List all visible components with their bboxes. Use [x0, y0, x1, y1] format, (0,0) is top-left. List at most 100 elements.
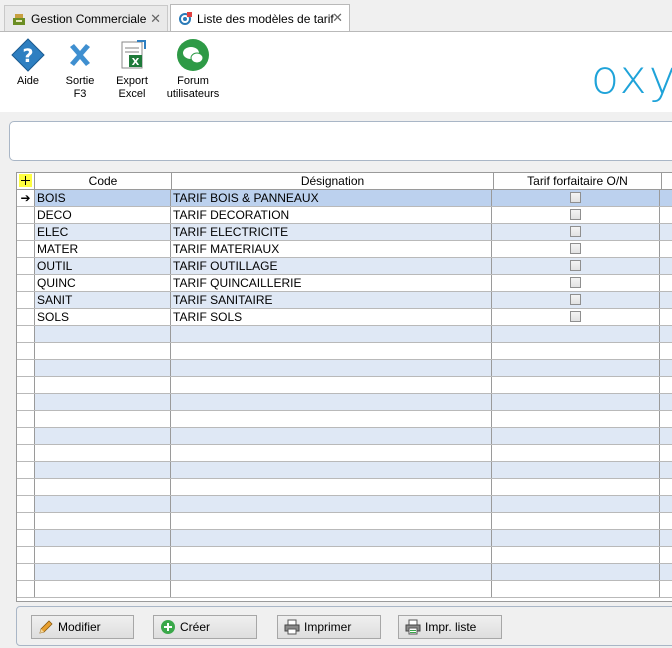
cell-designation[interactable]: TARIF DECORATION: [171, 207, 492, 223]
cell-designation[interactable]: TARIF QUINCAILLERIE: [171, 275, 492, 291]
close-icon[interactable]: ✕: [332, 10, 343, 26]
tab-bar: Gestion Commerciale ✕ Liste des modèles …: [0, 0, 672, 32]
forum-label-2: utilisateurs: [166, 88, 220, 100]
row-selector[interactable]: ➔: [17, 190, 35, 206]
row-selector[interactable]: [17, 224, 35, 240]
cell-tarif: [492, 241, 660, 257]
cell-code[interactable]: SANIT: [35, 292, 171, 308]
empty-row: [17, 428, 672, 445]
svg-text:?: ?: [22, 45, 33, 67]
cell-designation[interactable]: TARIF SANITAIRE: [171, 292, 492, 308]
tab-liste-modeles-tarif[interactable]: Liste des modèles de tarif ✕: [170, 4, 350, 32]
table-row[interactable]: ➔ BOIS TARIF BOIS & PANNEAUX: [17, 190, 672, 207]
cell-tarif: [492, 224, 660, 240]
table-row[interactable]: QUINC TARIF QUINCAILLERIE: [17, 275, 672, 292]
add-row-button[interactable]: [17, 173, 35, 189]
close-icon[interactable]: ✕: [150, 11, 161, 27]
exit-shortcut: F3: [73, 88, 87, 100]
cell-designation[interactable]: TARIF OUTILLAGE: [171, 258, 492, 274]
forum-label: Forum: [177, 75, 209, 87]
modify-label: Modifier: [58, 620, 101, 634]
empty-row: [17, 530, 672, 547]
cell-code[interactable]: OUTIL: [35, 258, 171, 274]
export-label: Export: [116, 75, 148, 87]
row-selector[interactable]: [17, 309, 35, 325]
create-label: Créer: [180, 620, 211, 634]
empty-row: [17, 513, 672, 530]
tab-label: Gestion Commerciale: [31, 11, 147, 26]
pencil-icon: [38, 619, 54, 635]
cell-designation[interactable]: TARIF MATERIAUX: [171, 241, 492, 257]
tarif-models-grid: Code Désignation Tarif forfaitaire O/N ➔…: [16, 172, 672, 602]
row-selector[interactable]: [17, 275, 35, 291]
cash-register-icon: [11, 11, 27, 27]
print-list-label: Impr. liste: [425, 620, 477, 634]
column-header-tarif[interactable]: Tarif forfaitaire O/N: [494, 173, 662, 189]
row-selector[interactable]: [17, 207, 35, 223]
tab-label: Liste des modèles de tarif: [197, 11, 334, 26]
table-row[interactable]: DECO TARIF DECORATION: [17, 207, 672, 224]
tarif-checkbox[interactable]: [570, 294, 581, 305]
tarif-checkbox[interactable]: [570, 277, 581, 288]
export-excel-button[interactable]: X Export Excel: [105, 38, 159, 101]
empty-row: [17, 564, 672, 581]
row-selector[interactable]: [17, 241, 35, 257]
tarif-checkbox[interactable]: [570, 192, 581, 203]
row-selector[interactable]: [17, 292, 35, 308]
cell-designation[interactable]: TARIF SOLS: [171, 309, 492, 325]
table-row[interactable]: MATER TARIF MATERIAUX: [17, 241, 672, 258]
add-icon: [19, 174, 32, 187]
cell-code[interactable]: DECO: [35, 207, 171, 223]
modify-button[interactable]: Modifier: [31, 615, 134, 639]
print-list-icon: [405, 619, 421, 635]
cell-code[interactable]: MATER: [35, 241, 171, 257]
cell-tarif: [492, 190, 660, 206]
arrow-right-icon: ➔: [20, 191, 31, 205]
cell-code[interactable]: BOIS: [35, 190, 171, 206]
print-button[interactable]: Imprimer: [277, 615, 381, 639]
close-icon: [63, 38, 97, 72]
empty-row: [17, 479, 672, 496]
printer-icon: [284, 619, 300, 635]
cell-tarif: [492, 292, 660, 308]
table-row[interactable]: SANIT TARIF SANITAIRE: [17, 292, 672, 309]
tarif-checkbox[interactable]: [570, 260, 581, 271]
tarif-checkbox[interactable]: [570, 243, 581, 254]
cell-tarif: [492, 309, 660, 325]
exit-label: Sortie: [65, 75, 95, 87]
tarif-checkbox[interactable]: [570, 209, 581, 220]
empty-row: [17, 377, 672, 394]
empty-row: [17, 496, 672, 513]
row-selector[interactable]: [17, 258, 35, 274]
tarif-checkbox[interactable]: [570, 311, 581, 322]
cell-designation[interactable]: TARIF BOIS & PANNEAUX: [171, 190, 492, 206]
create-button[interactable]: Créer: [153, 615, 257, 639]
tab-gestion-commerciale[interactable]: Gestion Commerciale ✕: [4, 5, 168, 31]
print-list-button[interactable]: Impr. liste: [398, 615, 502, 639]
help-label: Aide: [16, 75, 40, 87]
column-header-designation[interactable]: Désignation: [172, 173, 494, 189]
help-button[interactable]: ? Aide: [1, 38, 55, 88]
print-label: Imprimer: [304, 620, 352, 634]
column-header-code[interactable]: Code: [35, 173, 172, 189]
toolbar: ? Aide Sortie F3 X Export Excel Forum ut…: [0, 32, 672, 112]
cell-designation[interactable]: TARIF ELECTRICITE: [171, 224, 492, 240]
brand-logo: oxy: [590, 50, 672, 104]
column-header-filler: [662, 173, 672, 189]
empty-row: [17, 343, 672, 360]
plus-circle-icon: [160, 619, 176, 635]
forum-button[interactable]: Forum utilisateurs: [162, 38, 224, 101]
empty-row: [17, 462, 672, 479]
cell-code[interactable]: SOLS: [35, 309, 171, 325]
grid-header: Code Désignation Tarif forfaitaire O/N: [17, 173, 672, 190]
tarif-checkbox[interactable]: [570, 226, 581, 237]
table-row[interactable]: SOLS TARIF SOLS: [17, 309, 672, 326]
table-row[interactable]: ELEC TARIF ELECTRICITE: [17, 224, 672, 241]
empty-row: [17, 445, 672, 462]
chat-bubble-icon: [176, 38, 210, 72]
table-row[interactable]: OUTIL TARIF OUTILLAGE: [17, 258, 672, 275]
cell-code[interactable]: QUINC: [35, 275, 171, 291]
cell-code[interactable]: ELEC: [35, 224, 171, 240]
exit-button[interactable]: Sortie F3: [53, 38, 107, 101]
help-icon: ?: [11, 38, 45, 72]
